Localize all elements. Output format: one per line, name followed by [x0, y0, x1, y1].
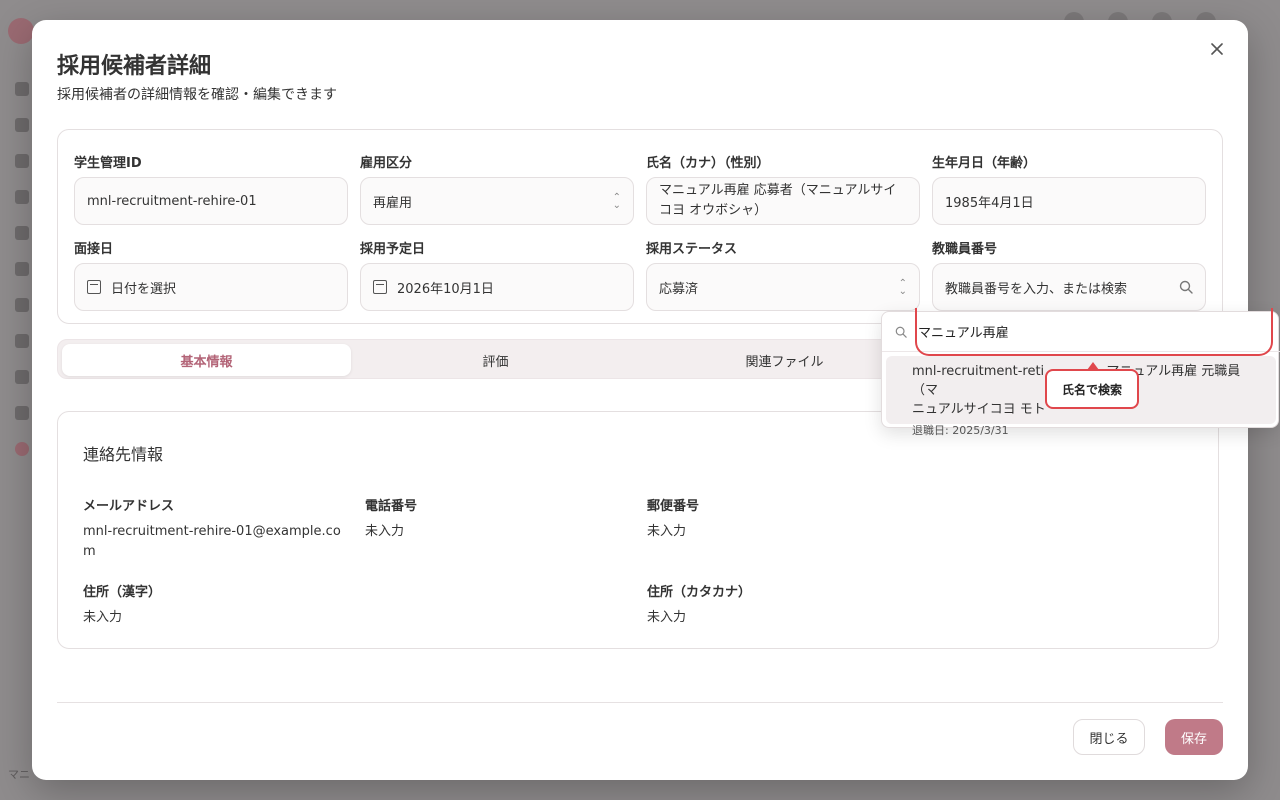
nav-icon — [15, 154, 29, 168]
hire-date-field: 採用予定日 2026年10月1日 — [360, 238, 634, 311]
student-id-input[interactable]: mnl-recruitment-rehire-01 — [74, 177, 348, 225]
search-icon[interactable] — [1179, 280, 1193, 294]
birth-field: 生年月日（年齢） 1985年4月1日 — [932, 152, 1206, 225]
phone-value: 未入力 — [365, 524, 405, 539]
field-value: mnl-recruitment-rehire-01 — [87, 193, 257, 209]
interview-date-picker[interactable]: 日付を選択 — [74, 263, 348, 311]
chevron-up-down-icon: ⌃ ⌄ — [898, 278, 907, 297]
nav-icon — [15, 370, 29, 384]
field-value: 再雇用 — [373, 195, 413, 211]
tab-basic-info[interactable]: 基本情報 — [62, 344, 351, 376]
student-id-field: 学生管理ID mnl-recruitment-rehire-01 — [74, 152, 348, 225]
nav-icon — [15, 226, 29, 240]
save-button[interactable]: 保存 — [1165, 719, 1223, 755]
modal-title: 採用候補者詳細 — [57, 54, 212, 79]
nav-icon — [15, 82, 29, 96]
calendar-icon — [373, 280, 387, 294]
field-label: 氏名（カナ）（性別） — [646, 156, 770, 171]
field-value: 応募済 — [659, 281, 699, 297]
address-kanji-value: 未入力 — [83, 610, 123, 625]
field-label: 採用予定日 — [360, 242, 426, 257]
nav-icon — [15, 298, 29, 312]
result-title-line1: mnl-recruitment-reti — [912, 364, 1045, 379]
tab-evaluation[interactable]: 評価 — [351, 344, 640, 376]
info-label: 郵便番号 — [647, 499, 700, 514]
field-label: 採用ステータス — [646, 242, 738, 257]
phone-info: 電話番号 未入力 — [365, 495, 635, 542]
nav-icon — [15, 118, 29, 132]
info-label: 住所（漢字） — [83, 585, 162, 600]
section-title: 連絡先情報 — [83, 445, 164, 464]
field-label: 教職員番号 — [932, 242, 998, 257]
close-dialog-button[interactable]: 閉じる — [1073, 719, 1145, 755]
field-placeholder: 教職員番号を入力、または検索 — [945, 281, 1128, 297]
dropdown-search-bar[interactable]: マニュアル再雇 — [882, 308, 1280, 356]
postal-info: 郵便番号 未入力 — [647, 495, 917, 542]
result-title-line2: ニュアルサイコヨ モト — [912, 402, 1046, 417]
email-info: メールアドレス mnl-recruitment-rehire-01@exampl… — [83, 495, 353, 562]
field-placeholder: 日付を選択 — [111, 281, 177, 297]
candidate-form-card: 学生管理ID mnl-recruitment-rehire-01 雇用区分 再雇… — [57, 129, 1223, 324]
staff-number-input[interactable]: 教職員番号を入力、または検索 — [932, 263, 1206, 311]
name-input[interactable]: マニュアル再雇 応募者（マニュアルサイコヨ オウボシャ） — [646, 177, 920, 225]
employment-type-field: 雇用区分 再雇用 ⌃ ⌄ — [360, 152, 634, 225]
field-label: 学生管理ID — [74, 156, 142, 171]
address-kana-info: 住所（カタカナ） 未入力 — [647, 581, 917, 628]
chevron-up-down-icon: ⌃ ⌄ — [612, 192, 621, 211]
info-label: 電話番号 — [365, 499, 418, 514]
field-value: 2026年10月1日 — [397, 281, 494, 297]
staff-number-field: 教職員番号 教職員番号を入力、または検索 — [932, 238, 1206, 311]
nav-icon — [15, 406, 29, 420]
name-field: 氏名（カナ）（性別） マニュアル再雇 応募者（マニュアルサイコヨ オウボシャ） — [646, 152, 920, 225]
close-button[interactable] — [1206, 38, 1228, 60]
footer-divider — [57, 702, 1223, 703]
modal-subtitle: 採用候補者の詳細情報を確認・編集できます — [57, 87, 337, 103]
nav-icon — [15, 334, 29, 348]
search-icon — [895, 326, 907, 338]
employment-type-select[interactable]: 再雇用 ⌃ ⌄ — [360, 177, 634, 225]
contact-info-card: 連絡先情報 メールアドレス mnl-recruitment-rehire-01@… — [57, 411, 1219, 649]
close-icon — [1211, 43, 1223, 55]
field-value: 1985年4月1日 — [945, 195, 1034, 211]
address-kana-value: 未入力 — [647, 610, 687, 625]
postal-value: 未入力 — [647, 524, 687, 539]
info-label: メールアドレス — [83, 499, 175, 514]
info-label: 住所（カタカナ） — [647, 585, 752, 600]
nav-icon — [15, 262, 29, 276]
email-value: mnl-recruitment-rehire-01@example.com — [83, 524, 341, 559]
background-bottom-text: マニ — [8, 768, 30, 781]
nav-icon — [15, 190, 29, 204]
hire-date-picker[interactable]: 2026年10月1日 — [360, 263, 634, 311]
interview-date-field: 面接日 日付を選択 — [74, 238, 348, 311]
nav-icon — [15, 442, 29, 456]
search-by-name-tooltip: 氏名で検索 — [1045, 369, 1139, 409]
field-value: マニュアル再雇 応募者（マニュアルサイコヨ オウボシャ） — [659, 183, 897, 218]
status-field: 採用ステータス 応募済 ⌃ ⌄ — [646, 238, 920, 311]
calendar-icon — [87, 280, 101, 294]
field-label: 生年月日（年齢） — [932, 156, 1037, 171]
address-kanji-info: 住所（漢字） 未入力 — [83, 581, 353, 628]
status-select[interactable]: 応募済 ⌃ ⌄ — [646, 263, 920, 311]
search-highlight-frame — [915, 308, 1273, 356]
app-logo-icon — [8, 18, 34, 44]
field-label: 雇用区分 — [360, 156, 413, 171]
field-label: 面接日 — [74, 242, 114, 257]
result-retire-date: 退職日: 2025/3/31 — [912, 424, 1009, 437]
birth-input[interactable]: 1985年4月1日 — [932, 177, 1206, 225]
